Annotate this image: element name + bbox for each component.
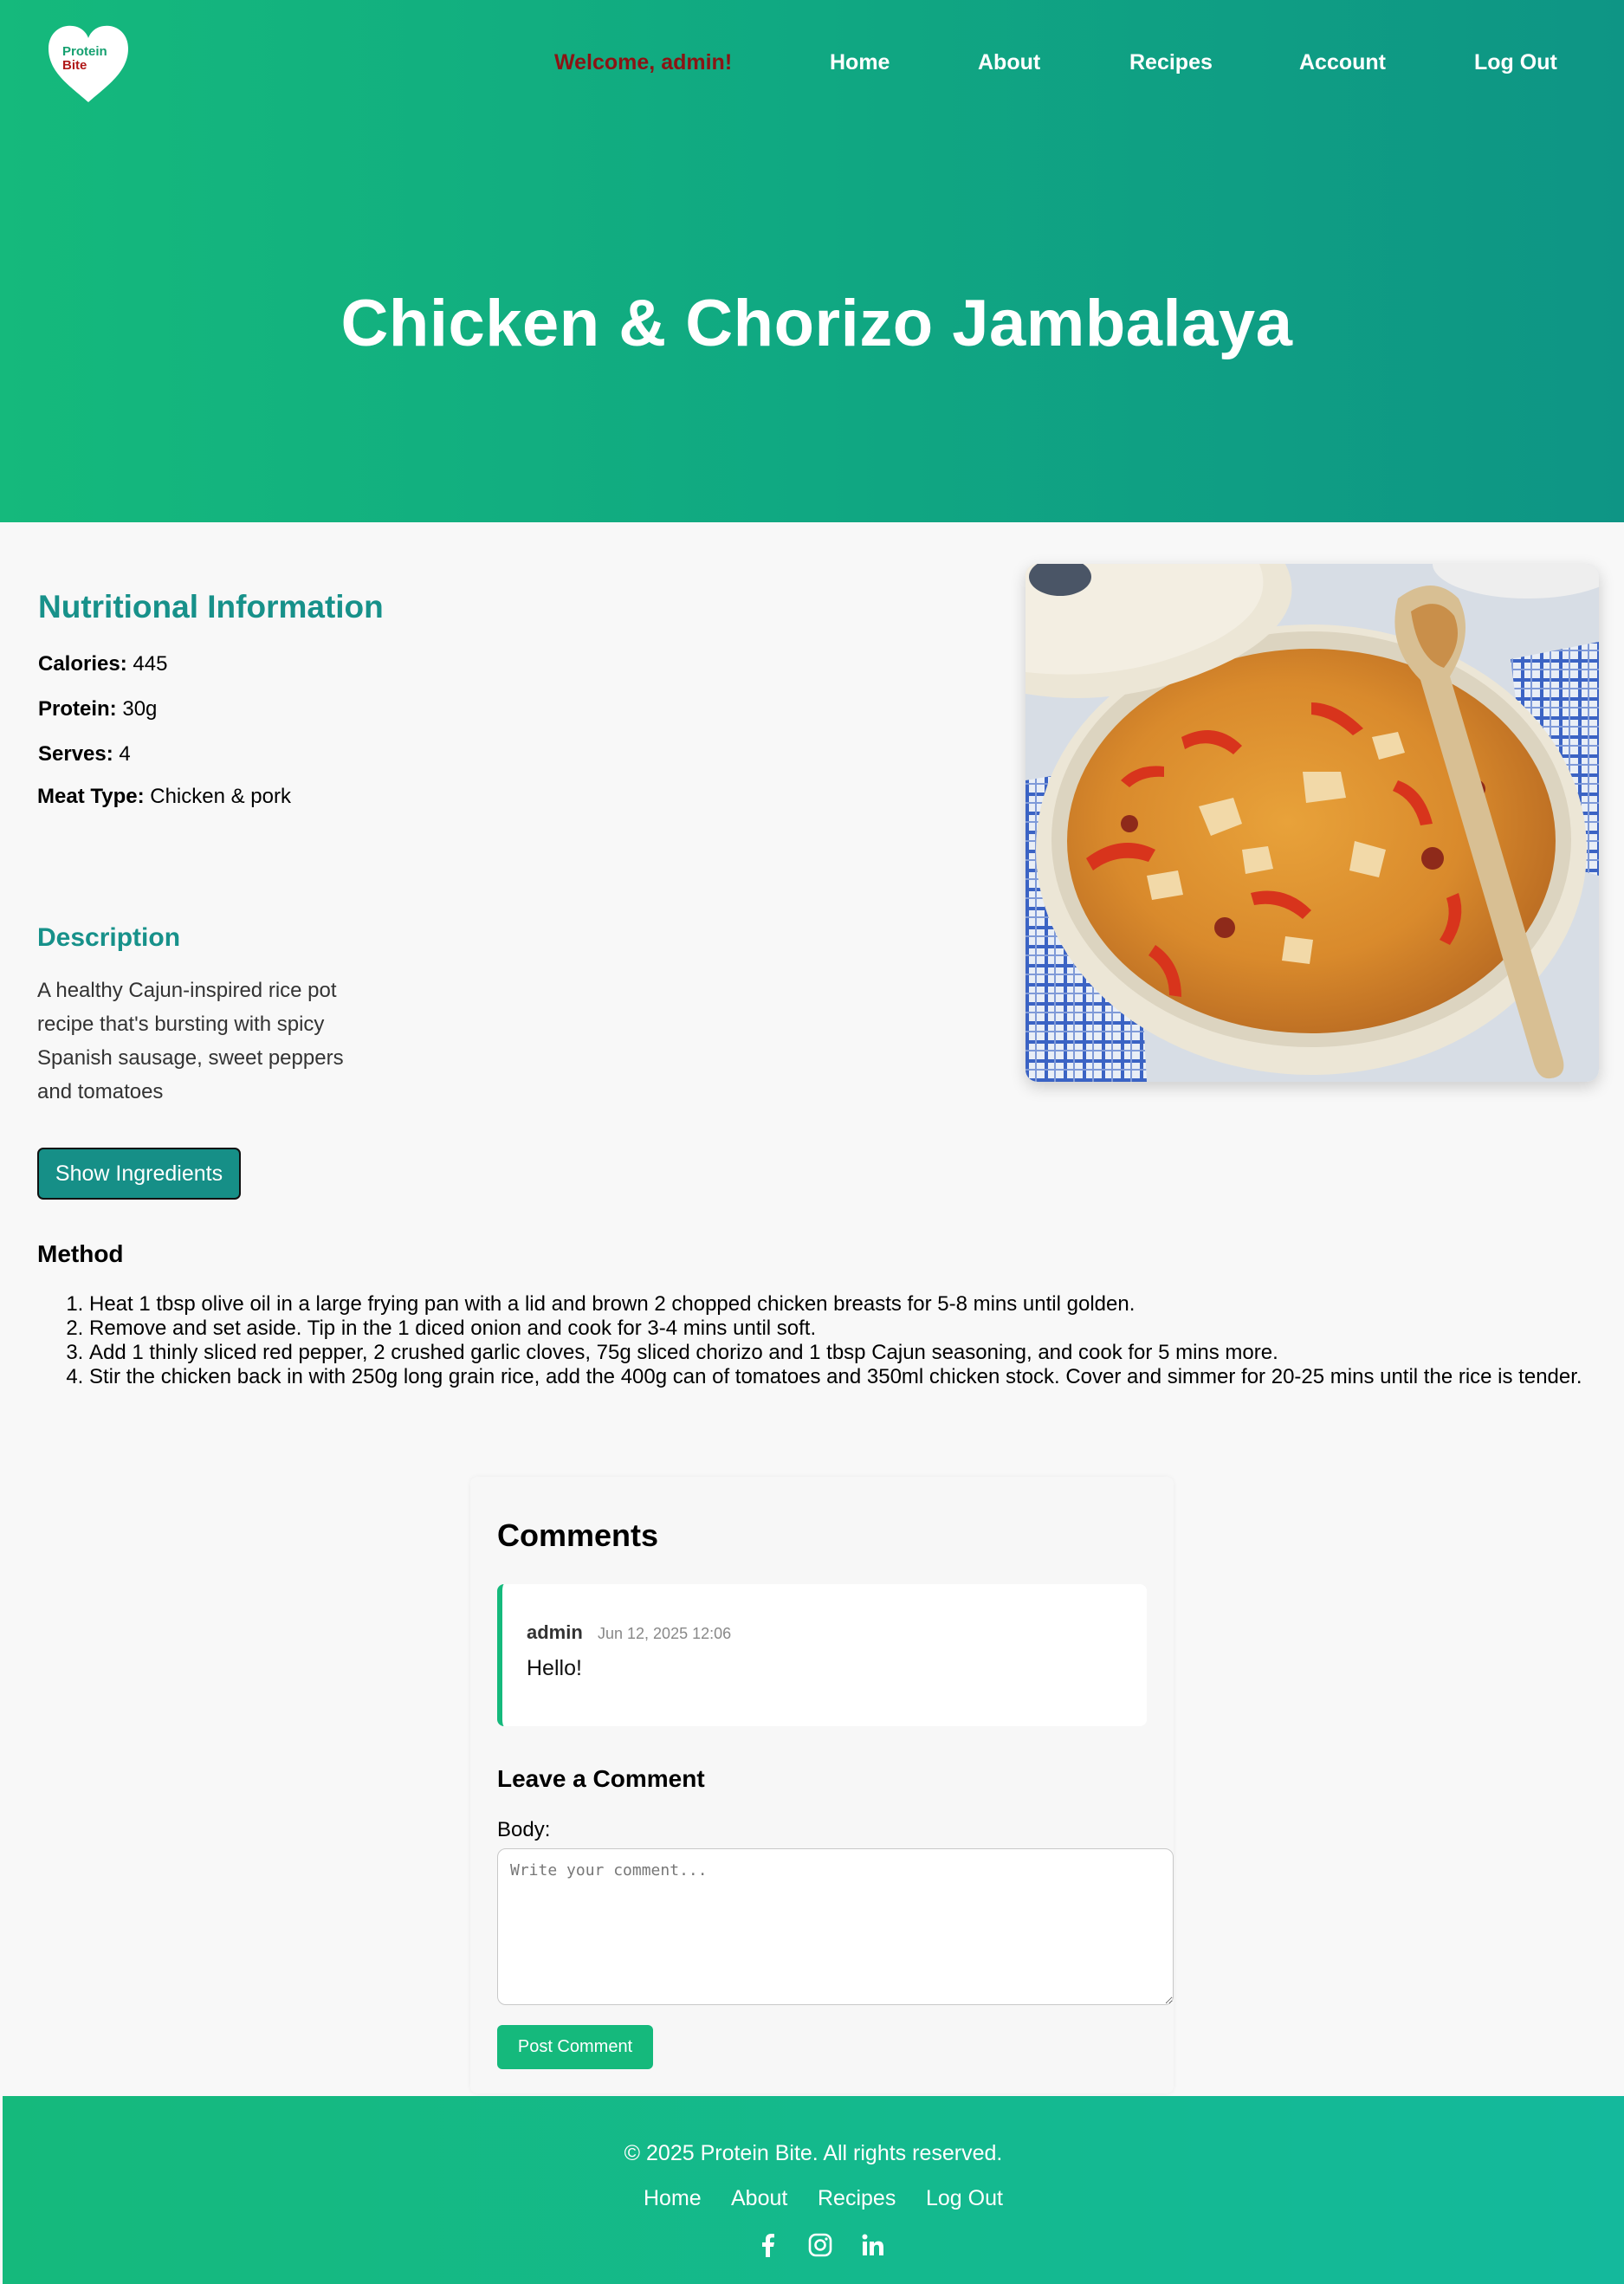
nutrition-value: Chicken & pork bbox=[150, 785, 291, 808]
comment-timestamp: Jun 12, 2025 12:06 bbox=[598, 1625, 732, 1642]
recipe-title: Chicken & Chorizo Jambalaya bbox=[340, 287, 1293, 360]
description-text: A healthy Cajun-inspired rice pot recipe… bbox=[37, 979, 344, 1103]
nav-home[interactable]: Home bbox=[830, 50, 890, 75]
nutrition-heading: Nutritional Information bbox=[38, 589, 384, 624]
nav-account[interactable]: Account bbox=[1299, 50, 1386, 75]
description-heading: Description bbox=[37, 923, 181, 952]
nutrition-protein: Protein: 30g bbox=[38, 697, 157, 721]
nutrition-calories: Calories: 445 bbox=[38, 652, 167, 676]
footer-link-log-out[interactable]: Log Out bbox=[926, 2186, 1003, 2211]
site-footer: © 2025 Protein Bite. All rights reserved… bbox=[3, 2096, 1624, 2284]
footer-link-about[interactable]: About bbox=[731, 2186, 787, 2211]
welcome-message: Welcome, admin! bbox=[554, 50, 733, 74]
linkedin-icon[interactable] bbox=[859, 2231, 887, 2259]
comment-author: admin bbox=[527, 1621, 583, 1643]
nutrition-meat-type: Meat Type: Chicken & pork bbox=[37, 785, 291, 809]
nutrition-value: 445 bbox=[133, 652, 168, 676]
nav-about[interactable]: About bbox=[978, 50, 1040, 75]
nav-log-out[interactable]: Log Out bbox=[1474, 50, 1557, 75]
facebook-icon[interactable] bbox=[754, 2231, 782, 2259]
method-step: Add 1 thinly sliced red pepper, 2 crushe… bbox=[89, 1341, 1624, 1365]
method-step: Remove and set aside. Tip in the 1 diced… bbox=[89, 1317, 1624, 1341]
nutrition-label: Serves: bbox=[38, 742, 113, 766]
main-nav: Welcome, admin! Home About Recipes Accou… bbox=[0, 50, 1624, 81]
method-step: Heat 1 tbsp olive oil in a large frying … bbox=[89, 1292, 1624, 1317]
instagram-icon[interactable] bbox=[806, 2231, 834, 2259]
method-step: Stir the chicken back in with 250g long … bbox=[89, 1365, 1624, 1389]
nutrition-serves: Serves: 4 bbox=[38, 742, 131, 767]
show-ingredients-button[interactable]: Show Ingredients bbox=[37, 1148, 241, 1200]
comments-heading: Comments bbox=[497, 1517, 659, 1553]
nutrition-value: 4 bbox=[119, 742, 131, 766]
method-steps: Heat 1 tbsp olive oil in a large frying … bbox=[37, 1292, 1624, 1389]
recipe-image bbox=[1026, 564, 1599, 1082]
leave-comment-heading: Leave a Comment bbox=[497, 1765, 705, 1792]
footer-link-recipes[interactable]: Recipes bbox=[818, 2186, 896, 2211]
comment-item: admin Jun 12, 2025 12:06 Hello! bbox=[497, 1584, 1147, 1726]
post-comment-button[interactable]: Post Comment bbox=[497, 2025, 653, 2069]
nutrition-label: Calories: bbox=[38, 652, 127, 676]
body-label: Body: bbox=[497, 1818, 551, 1841]
nutrition-label: Meat Type: bbox=[37, 785, 145, 808]
nutrition-value: 30g bbox=[122, 697, 158, 721]
hero-banner: Protein Bite Welcome, admin! Home About … bbox=[0, 0, 1624, 522]
nutrition-label: Protein: bbox=[38, 697, 117, 721]
comment-input[interactable] bbox=[497, 1848, 1174, 2005]
comment-body: Hello! bbox=[527, 1656, 582, 1680]
copyright-text: © 2025 Protein Bite. All rights reserved… bbox=[624, 2141, 1003, 2165]
footer-link-home[interactable]: Home bbox=[644, 2186, 702, 2211]
nav-recipes[interactable]: Recipes bbox=[1129, 50, 1213, 75]
method-heading: Method bbox=[37, 1240, 124, 1267]
